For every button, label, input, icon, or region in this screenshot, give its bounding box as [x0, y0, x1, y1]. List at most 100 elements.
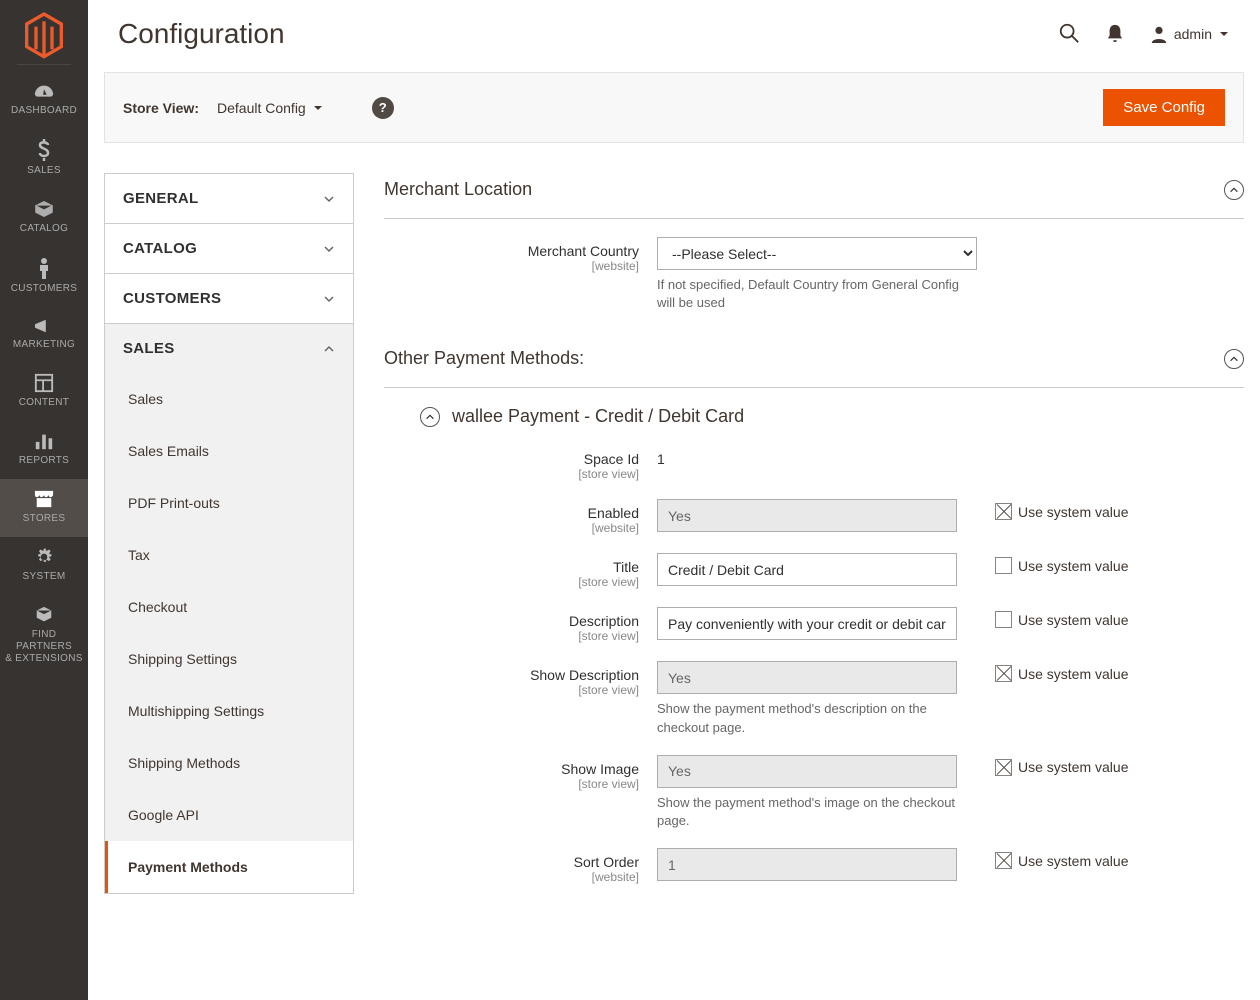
user-icon	[1150, 25, 1168, 43]
sort-order-input	[657, 848, 957, 881]
config-item-pdf[interactable]: PDF Print-outs	[105, 477, 353, 529]
config-item-shipping-methods[interactable]: Shipping Methods	[105, 737, 353, 789]
nav-sales[interactable]: SALES	[0, 129, 88, 189]
field-scope: [store view]	[420, 629, 639, 643]
config-item-sales-emails[interactable]: Sales Emails	[105, 425, 353, 477]
user-name: admin	[1174, 26, 1212, 42]
config-item-payment-methods[interactable]: Payment Methods	[105, 841, 353, 893]
nav-label: STORES	[4, 513, 84, 525]
content-icon	[4, 373, 84, 393]
config-tab-sales-items: Sales Sales Emails PDF Print-outs Tax Ch…	[104, 373, 354, 894]
customers-icon	[4, 257, 84, 279]
nav-label: FIND PARTNERS& EXTENSIONS	[4, 629, 84, 665]
chevron-down-icon	[312, 102, 324, 114]
nav-customers[interactable]: CUSTOMERS	[0, 247, 88, 307]
nav-catalog[interactable]: CATALOG	[0, 189, 88, 247]
nav-label: REPORTS	[4, 455, 84, 467]
nav-stores[interactable]: STORES	[0, 479, 88, 537]
partners-icon	[4, 605, 84, 625]
nav-partners[interactable]: FIND PARTNERS& EXTENSIONS	[0, 595, 88, 677]
config-form: Merchant Location Merchant Country [webs…	[384, 173, 1244, 884]
page-header: Configuration admin	[104, 0, 1244, 72]
catalog-icon	[4, 199, 84, 219]
show-description-input	[657, 661, 957, 694]
nav-content[interactable]: CONTENT	[0, 363, 88, 421]
field-scope: [website]	[420, 521, 639, 535]
nav-reports[interactable]: REPORTS	[0, 421, 88, 479]
nav-system[interactable]: SYSTEM	[0, 537, 88, 595]
config-tabs: GENERAL CATALOG CUSTOMERS SALES Sales Sa…	[104, 173, 354, 894]
field-scope: [website]	[420, 870, 639, 884]
field-label: Show Description	[420, 667, 639, 683]
use-system-show-description[interactable]: Use system value	[995, 661, 1128, 682]
magento-logo[interactable]	[24, 12, 64, 52]
field-space-id: Space Id [store view] 1	[420, 445, 1244, 481]
fieldset-merchant-location-head[interactable]: Merchant Location	[384, 173, 1244, 219]
chevron-down-icon	[323, 193, 335, 205]
system-icon	[4, 547, 84, 567]
field-scope: [store view]	[420, 683, 639, 697]
config-tab-sales[interactable]: SALES	[104, 323, 354, 373]
nav-label: SYSTEM	[4, 571, 84, 583]
search-icon[interactable]	[1058, 22, 1080, 47]
fieldset-other-payment-head[interactable]: Other Payment Methods:	[384, 342, 1244, 388]
checkbox-icon	[995, 759, 1012, 776]
nav-label: DASHBOARD	[4, 105, 84, 117]
use-system-title[interactable]: Use system value	[995, 553, 1128, 574]
field-show-image: Show Image [store view] Show the payment…	[420, 755, 1244, 830]
config-item-tax[interactable]: Tax	[105, 529, 353, 581]
fieldset-wallee-card-head[interactable]: wallee Payment - Credit / Debit Card	[420, 406, 1244, 427]
config-tab-customers[interactable]: CUSTOMERS	[104, 273, 354, 323]
field-note: Show the payment method's image on the c…	[657, 794, 957, 830]
checkbox-icon	[995, 557, 1012, 574]
field-title: Title [store view] Use system value	[420, 553, 1244, 589]
field-label: Merchant Country	[384, 243, 639, 259]
use-system-enabled[interactable]: Use system value	[995, 499, 1128, 520]
notifications-icon[interactable]	[1106, 23, 1124, 46]
use-system-show-image[interactable]: Use system value	[995, 755, 1128, 776]
field-scope: [store view]	[420, 575, 639, 589]
nav-label: CATALOG	[4, 223, 84, 235]
dashboard-icon	[4, 83, 84, 101]
help-icon[interactable]: ?	[372, 97, 394, 119]
field-note: If not specified, Default Country from G…	[657, 276, 977, 312]
config-tab-general[interactable]: GENERAL	[104, 173, 354, 223]
field-note: Show the payment method's description on…	[657, 700, 957, 736]
fieldset-title: Other Payment Methods:	[384, 348, 584, 369]
enabled-input	[657, 499, 957, 532]
collapse-icon	[420, 407, 440, 427]
use-system-sort-order[interactable]: Use system value	[995, 848, 1128, 869]
config-item-google-api[interactable]: Google API	[105, 789, 353, 841]
field-label: Title	[420, 559, 639, 575]
chevron-up-icon	[323, 343, 335, 355]
checkbox-icon	[995, 665, 1012, 682]
nav-marketing[interactable]: MARKETING	[0, 307, 88, 363]
config-tab-catalog[interactable]: CATALOG	[104, 223, 354, 273]
collapse-icon	[1224, 349, 1244, 369]
nav-dashboard[interactable]: DASHBOARD	[0, 73, 88, 129]
config-item-multishipping[interactable]: Multishipping Settings	[105, 685, 353, 737]
field-label: Show Image	[420, 761, 639, 777]
fieldset-title: Merchant Location	[384, 179, 532, 200]
user-menu[interactable]: admin	[1150, 25, 1230, 43]
store-view-switcher[interactable]: Default Config	[217, 100, 324, 116]
field-sort-order: Sort Order [website] Use system value	[420, 848, 1244, 884]
field-label: Space Id	[420, 451, 639, 467]
config-item-checkout[interactable]: Checkout	[105, 581, 353, 633]
field-show-description: Show Description [store view] Show the p…	[420, 661, 1244, 736]
field-label: Description	[420, 613, 639, 629]
nav-label: SALES	[4, 165, 84, 177]
chevron-down-icon	[1218, 28, 1230, 40]
title-input[interactable]	[657, 553, 957, 586]
fieldset-wallee-card: wallee Payment - Credit / Debit Card Spa…	[420, 406, 1244, 884]
config-item-sales[interactable]: Sales	[105, 373, 353, 425]
field-label: Sort Order	[420, 854, 639, 870]
description-input[interactable]	[657, 607, 957, 640]
merchant-country-select[interactable]: --Please Select--	[657, 237, 977, 270]
nav-label: MARKETING	[4, 339, 84, 351]
field-description: Description [store view] Use system valu…	[420, 607, 1244, 643]
config-item-shipping-settings[interactable]: Shipping Settings	[105, 633, 353, 685]
save-config-button[interactable]: Save Config	[1103, 89, 1225, 126]
marketing-icon	[4, 317, 84, 335]
use-system-description[interactable]: Use system value	[995, 607, 1128, 628]
